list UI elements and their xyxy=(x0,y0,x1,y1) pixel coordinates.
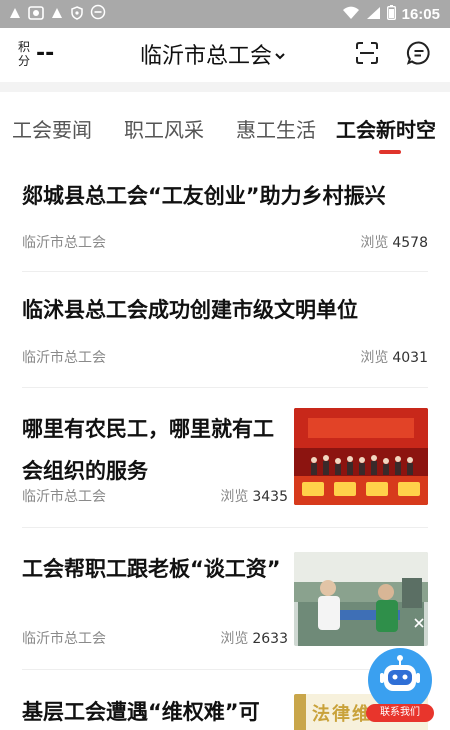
view-count: 浏览 3435 xyxy=(220,489,288,505)
tab-news[interactable]: 工会要闻 xyxy=(12,114,92,143)
points-value: -- xyxy=(36,41,55,66)
app-screen: 16:05 积分 -- 临沂市总工会 工会要闻 职工风采 惠工生活 工会新时空 … xyxy=(0,0,450,730)
photo-icon xyxy=(28,5,44,24)
city-selector[interactable]: 临沂市总工会 xyxy=(140,38,286,70)
list-item[interactable]: 临沭县总工会成功创建市级文明单位 临沂市总工会 浏览 4031 xyxy=(22,272,428,388)
news-meta: 临沂市总工会 浏览 3435 xyxy=(22,486,288,506)
message-icon xyxy=(406,40,432,70)
news-title: 工会帮职工跟老板“谈工资” xyxy=(22,557,281,581)
notification-icon xyxy=(8,5,22,24)
news-meta: 临沂市总工会 浏览 2633 xyxy=(22,628,288,648)
view-count: 浏览 4578 xyxy=(360,235,428,251)
robot-icon xyxy=(368,648,432,712)
news-title: 临沭县总工会成功创建市级文明单位 xyxy=(22,298,358,322)
chevron-down-icon xyxy=(274,46,286,65)
status-time: 16:05 xyxy=(401,5,440,23)
close-icon[interactable] xyxy=(414,618,424,628)
news-meta: 临沂市总工会 浏览 4578 xyxy=(22,232,428,252)
contact-us-label: 联系我们 xyxy=(366,704,434,722)
minus-circle-icon xyxy=(90,4,106,24)
category-tabs: 工会要闻 职工风采 惠工生活 工会新时空 xyxy=(0,100,450,160)
points-display[interactable]: 积分 -- xyxy=(18,40,54,68)
battery-icon xyxy=(386,4,396,24)
tab-benefits-life[interactable]: 惠工生活 xyxy=(236,114,316,143)
view-count: 浏览 2633 xyxy=(220,631,288,647)
list-item[interactable]: 郯城县总工会“工友创业”助力乡村振兴 临沂市总工会 浏览 4578 xyxy=(22,160,428,272)
active-tab-indicator xyxy=(379,150,401,154)
news-title: 郯城县总工会“工友创业”助力乡村振兴 xyxy=(22,184,386,208)
news-source: 临沂市总工会 xyxy=(22,235,106,251)
view-count: 浏览 4031 xyxy=(360,350,428,366)
news-title: 基层工会遭遇“维权难”可 xyxy=(22,700,260,724)
news-source: 临沂市总工会 xyxy=(22,489,106,505)
factory-workers-photo xyxy=(294,552,428,646)
scan-icon xyxy=(354,40,380,70)
news-source: 临沂市总工会 xyxy=(22,350,106,366)
status-bar: 16:05 xyxy=(0,0,450,28)
header-divider xyxy=(0,82,450,92)
signal-icon xyxy=(366,5,381,24)
contact-us-button[interactable]: 联系我们 xyxy=(366,648,434,722)
tab-new-era[interactable]: 工会新时空 xyxy=(336,114,436,143)
tab-worker-style[interactable]: 职工风采 xyxy=(124,114,204,143)
scan-button[interactable] xyxy=(352,40,382,70)
news-meta: 临沂市总工会 浏览 4031 xyxy=(22,347,428,367)
wifi-icon xyxy=(342,5,360,24)
shield-icon xyxy=(70,5,84,24)
news-source: 临沂市总工会 xyxy=(22,631,106,647)
stage-event-photo xyxy=(294,408,428,505)
notification-icon xyxy=(50,5,64,24)
list-item[interactable]: 哪里有农民工，哪里就有工会组织的服务 临沂市总工会 浏览 3435 xyxy=(22,388,428,528)
app-header: 积分 -- 临沂市总工会 xyxy=(0,28,450,82)
message-button[interactable] xyxy=(404,40,434,70)
news-list: 郯城县总工会“工友创业”助力乡村振兴 临沂市总工会 浏览 4578 临沭县总工会成… xyxy=(0,160,450,730)
page-title: 临沂市总工会 xyxy=(140,44,273,69)
news-title: 哪里有农民工，哪里就有工会组织的服务 xyxy=(22,417,274,483)
points-label: 积分 xyxy=(18,40,31,68)
